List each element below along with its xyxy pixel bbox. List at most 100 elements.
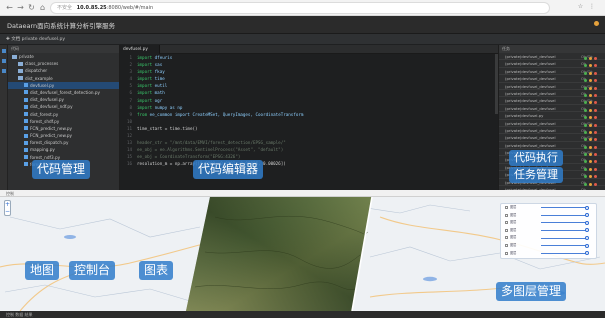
task-row[interactable]: (private)devfusel_devfuselOk <box>499 105 605 113</box>
code-line[interactable]: 2 import sas <box>120 61 498 68</box>
layer-opacity-slider[interactable] <box>541 230 587 232</box>
task-action-icons[interactable] <box>584 151 601 157</box>
slider-handle[interactable] <box>585 251 589 256</box>
tree-folder[interactable]: class_processes <box>8 60 119 67</box>
code-area[interactable]: 1 import dfeuris 2 import sas 3 import fkay 4 i… <box>120 54 498 190</box>
code-line[interactable]: 15 ee_obj = CoordinateTransform("EPSG:432… <box>120 153 498 160</box>
tree-file[interactable]: devfusel.py <box>8 81 119 89</box>
notification-icon[interactable] <box>594 21 599 26</box>
task-action-icons[interactable] <box>584 99 601 105</box>
browser-extra-icons[interactable]: ☆ ⋮ <box>578 3 597 10</box>
code-line[interactable]: 14 ee_obj = ee.Algorithms.SentinelProcess… <box>120 146 498 153</box>
task-row[interactable]: (private)devfusel.pyOk <box>499 112 605 120</box>
code-line[interactable]: 11 time_start = time.time() <box>120 125 498 132</box>
code-line[interactable]: 7 import ogr <box>120 97 498 104</box>
code-line[interactable]: 10 <box>120 118 498 125</box>
tree-file[interactable]: FCN_predict_new.py <box>8 132 119 139</box>
task-row[interactable]: (private)devfusel_devfuselOk/Ok <box>499 68 605 76</box>
layer-opacity-slider[interactable] <box>541 245 587 247</box>
task-row[interactable]: (private)devfusel_devfuselOk/Ok <box>499 97 605 105</box>
task-action-icons[interactable] <box>584 55 601 60</box>
editor-tab[interactable]: devfusel.py <box>120 45 160 54</box>
code-line[interactable]: 4 import time <box>120 75 498 82</box>
task-row[interactable]: (private)devfusel_devfuselOk/Ok <box>499 83 605 90</box>
slider-handle[interactable] <box>585 213 589 218</box>
tree-file[interactable]: mapping.py <box>8 146 119 153</box>
code-line[interactable]: 13 header_str = "/mnt/data/EMVI/forest_de… <box>120 139 498 146</box>
task-action-icons[interactable] <box>584 173 601 179</box>
code-line[interactable]: 6 import math <box>120 89 498 96</box>
layer-visibility-checkbox[interactable] <box>505 243 508 247</box>
tree-folder[interactable]: private <box>8 53 119 60</box>
zoom-in-button[interactable]: + <box>5 201 10 208</box>
home-icon[interactable]: ⌂ <box>37 2 48 13</box>
task-row[interactable]: (private)devfusel_devfuselOk <box>499 60 605 68</box>
task-row[interactable]: (private)devfusel_devfuselOk <box>499 142 605 150</box>
task-row[interactable]: (private)devfusel_devfuselOk <box>499 90 605 98</box>
task-action-icons[interactable] <box>584 144 601 149</box>
layer-opacity-slider[interactable] <box>541 252 587 254</box>
task-action-icons[interactable] <box>584 62 601 68</box>
code-line[interactable]: 3 import fkay <box>120 68 498 75</box>
slider-handle[interactable] <box>585 235 589 240</box>
layer-visibility-checkbox[interactable] <box>505 228 508 232</box>
slider-handle[interactable] <box>585 243 589 248</box>
files-icon[interactable] <box>2 49 6 53</box>
layer-visibility-checkbox[interactable] <box>505 206 508 209</box>
task-action-icons[interactable] <box>584 181 601 186</box>
search-icon[interactable] <box>2 59 6 63</box>
reload-icon[interactable]: ↻ <box>26 2 37 13</box>
tree-file[interactable]: dist_devfusel.py <box>8 96 119 103</box>
code-line[interactable]: 5 import eutil <box>120 82 498 89</box>
task-action-icons[interactable] <box>584 158 601 164</box>
code-line[interactable]: 9 from ee_common import CreateMSet, Query… <box>120 111 498 118</box>
layer-visibility-checkbox[interactable] <box>505 251 508 255</box>
task-row[interactable]: (private)devfusel_devfuselOk/Ok <box>499 53 605 61</box>
task-action-icons[interactable] <box>584 114 601 120</box>
breadcrumb[interactable]: ✚ 文档 private devfusel.py <box>0 34 605 45</box>
code-line[interactable]: 1 import dfeuris <box>120 54 498 61</box>
task-action-icons[interactable] <box>584 70 601 75</box>
slider-handle[interactable] <box>585 220 589 225</box>
code-line[interactable]: 12 <box>120 132 498 139</box>
task-row[interactable]: (private)devfusel_devfuselOk <box>499 127 605 135</box>
slider-handle[interactable] <box>585 205 589 210</box>
task-action-icons[interactable] <box>584 77 601 83</box>
task-action-icons[interactable] <box>584 136 601 142</box>
task-action-icons[interactable] <box>584 85 601 90</box>
code-line[interactable]: 8 import numpy as np <box>120 104 498 111</box>
back-icon[interactable]: ← <box>4 2 15 13</box>
layer-visibility-checkbox[interactable] <box>505 236 508 240</box>
run-icon[interactable] <box>2 69 6 73</box>
task-action-icons[interactable] <box>584 166 601 171</box>
tree-file[interactable]: FCN_predict_new.py <box>8 125 119 132</box>
bottom-bar[interactable]: 控制 数据 结果 <box>0 311 605 318</box>
tree-file[interactable]: dist_devfusel_forest_detection.py <box>8 89 119 96</box>
task-row[interactable]: (private)devfusel_devfuselOk/Ok <box>499 134 605 142</box>
task-action-icons[interactable] <box>584 92 601 97</box>
console-status-bar[interactable]: 控制 <box>0 190 605 197</box>
layer-visibility-checkbox[interactable] <box>505 221 508 225</box>
slider-handle[interactable] <box>585 228 589 233</box>
layer-opacity-slider[interactable] <box>541 207 587 209</box>
task-action-icons[interactable] <box>584 122 601 127</box>
forward-icon[interactable]: → <box>15 2 26 13</box>
tree-file[interactable]: forest_dispatch.py <box>8 139 119 146</box>
task-row[interactable]: (private)devfusel_devfuselOk/Ok <box>499 120 605 127</box>
code-editor[interactable]: devfusel.py 1 import dfeuris 2 import sas 3 i… <box>120 45 498 190</box>
task-action-icons[interactable] <box>584 129 601 134</box>
tree-folder[interactable]: dist_example <box>8 75 119 82</box>
layer-opacity-slider[interactable] <box>541 222 587 224</box>
tree-file[interactable]: forest_shdf.py <box>8 118 119 125</box>
layer-opacity-slider[interactable] <box>541 237 587 239</box>
task-action-icons[interactable] <box>584 107 601 112</box>
tree-folder[interactable]: dispatcher <box>8 67 119 74</box>
task-row[interactable]: (private)devfusel_devfuselOk <box>499 75 605 83</box>
zoom-out-button[interactable]: − <box>5 208 10 215</box>
layer-opacity-slider[interactable] <box>541 214 587 216</box>
tree-file[interactable]: dist_devfusel_ndf.py <box>8 103 119 110</box>
layer-visibility-checkbox[interactable] <box>505 213 508 217</box>
address-bar[interactable]: 不安全 10.0.85.25:8080/web/#/main <box>50 2 550 14</box>
code-line[interactable]: 16resolution_m = np.array([0.0003, 0.000… <box>120 160 498 167</box>
tree-file[interactable]: dist_forest.py <box>8 111 119 118</box>
